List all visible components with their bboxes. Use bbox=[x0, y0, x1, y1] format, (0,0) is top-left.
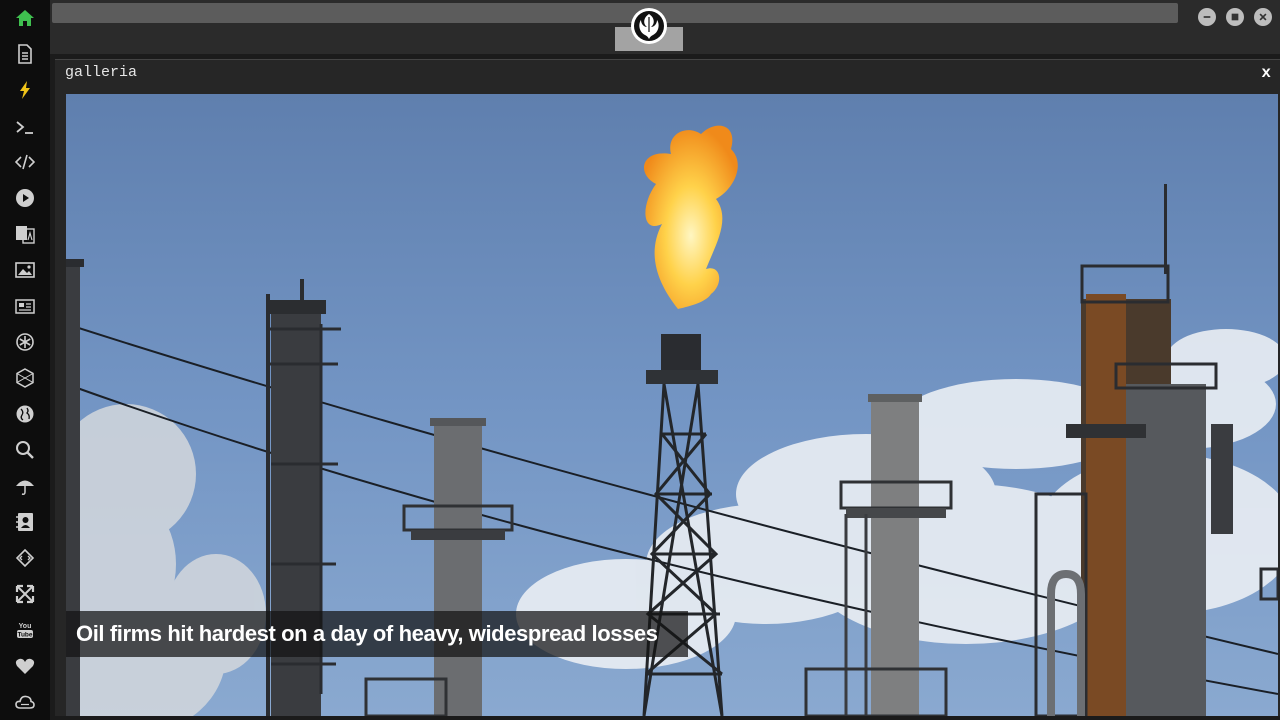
close-icon[interactable] bbox=[1254, 8, 1272, 26]
translate-icon[interactable] bbox=[13, 222, 37, 246]
gallery-window: galleria x Oil firms hit hardest on a da… bbox=[55, 59, 1280, 716]
home-icon[interactable] bbox=[13, 6, 37, 30]
settings-icon[interactable] bbox=[13, 330, 37, 354]
cloud-icon[interactable] bbox=[13, 690, 37, 714]
window-close-button[interactable]: x bbox=[1261, 64, 1271, 82]
image-icon[interactable] bbox=[13, 258, 37, 282]
search-icon[interactable] bbox=[13, 438, 37, 462]
minimize-icon[interactable] bbox=[1198, 8, 1216, 26]
svg-text:You: You bbox=[19, 623, 32, 630]
expand-icon[interactable] bbox=[13, 582, 37, 606]
youtube-icon[interactable]: You Tube bbox=[13, 618, 37, 642]
umbrella-icon[interactable] bbox=[13, 474, 37, 498]
image-caption: Oil firms hit hardest on a day of heavy,… bbox=[66, 611, 688, 657]
address-bar[interactable] bbox=[52, 3, 1178, 23]
sidebar: You Tube bbox=[0, 0, 50, 720]
window-title: galleria bbox=[65, 64, 138, 81]
top-bar bbox=[50, 0, 1280, 54]
terminal-icon[interactable] bbox=[13, 115, 37, 139]
rebel-alliance-icon[interactable] bbox=[631, 8, 667, 44]
hexagon-icon[interactable] bbox=[13, 366, 37, 390]
diamond-code-icon[interactable] bbox=[13, 546, 37, 570]
heart-icon[interactable] bbox=[13, 654, 37, 678]
globe-icon[interactable] bbox=[13, 402, 37, 426]
maximize-icon[interactable] bbox=[1226, 8, 1244, 26]
play-icon[interactable] bbox=[13, 186, 37, 210]
bolt-icon[interactable] bbox=[13, 78, 37, 102]
document-icon[interactable] bbox=[13, 42, 37, 66]
contacts-icon[interactable] bbox=[13, 510, 37, 534]
news-icon[interactable] bbox=[13, 294, 37, 318]
gallery-image[interactable]: Oil firms hit hardest on a day of heavy,… bbox=[66, 94, 1278, 716]
code-icon[interactable] bbox=[13, 150, 37, 174]
svg-text:Tube: Tube bbox=[17, 632, 32, 639]
